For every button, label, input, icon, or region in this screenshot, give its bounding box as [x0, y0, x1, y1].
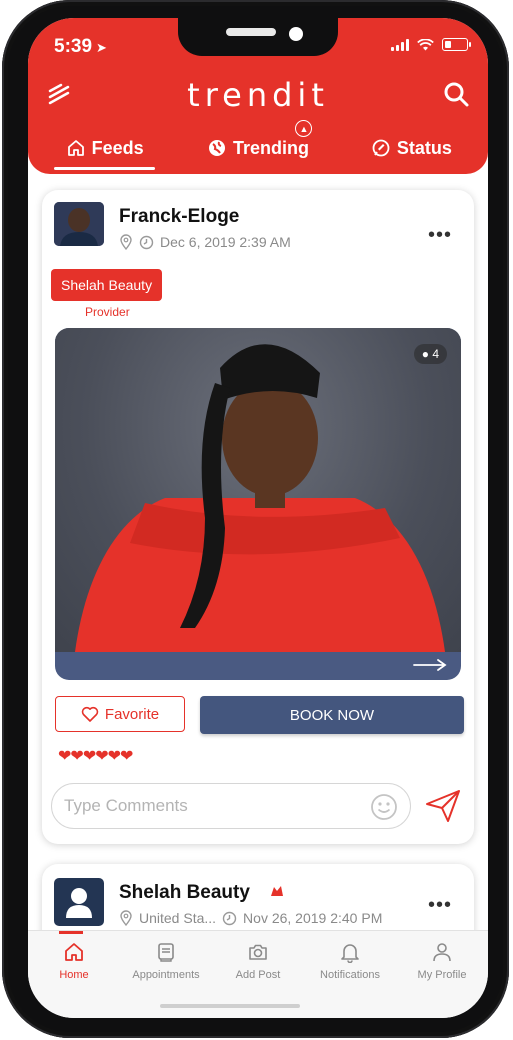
provider-role-label: Provider — [85, 305, 130, 319]
avatar[interactable] — [54, 878, 104, 926]
phone-frame: 5:39 ➤ trendit Feeds Trending ▲ Status F… — [2, 0, 509, 1038]
bell-icon — [341, 944, 359, 963]
more-options-icon[interactable]: ••• — [428, 894, 452, 917]
heart-outline-icon — [81, 706, 99, 722]
app-logo: trendit — [187, 76, 329, 114]
trending-badge-icon: ▲ — [295, 120, 313, 137]
nav-label: Home — [59, 969, 89, 981]
post-meta: Dec 6, 2019 2:39 AM — [119, 234, 291, 250]
send-icon[interactable] — [424, 788, 462, 824]
next-arrow-icon[interactable] — [413, 658, 447, 672]
eye-icon: ● — [421, 347, 429, 361]
book-now-button[interactable]: BOOK NOW — [200, 696, 464, 734]
comment-placeholder[interactable]: Type Comments — [64, 796, 188, 816]
globe-icon — [208, 140, 225, 156]
favorite-button[interactable]: Favorite — [55, 696, 185, 732]
nav-label: Appointments — [132, 969, 200, 981]
wifi-icon — [417, 38, 434, 50]
view-count: ● 4 — [413, 344, 447, 364]
location-pin-icon — [120, 234, 132, 250]
tab-feeds[interactable]: Feeds — [28, 126, 181, 170]
phone-notch — [178, 18, 338, 56]
nav-label: My Profile — [417, 969, 467, 981]
post-date: Nov 26, 2019 2:40 PM — [243, 910, 383, 926]
more-options-icon[interactable]: ••• — [428, 224, 452, 247]
nav-notifications[interactable]: Notifications — [304, 931, 396, 1018]
nav-label: Add Post — [235, 969, 281, 981]
battery-icon — [442, 38, 471, 51]
avatar[interactable] — [54, 202, 104, 246]
post-author[interactable]: Shelah Beauty — [119, 882, 250, 904]
post-photo — [55, 328, 461, 652]
emoji-icon[interactable] — [370, 793, 398, 821]
nav-home[interactable]: Home — [28, 931, 120, 1018]
status-time: 5:39 ➤ — [54, 36, 107, 57]
favorite-label: Favorite — [104, 705, 160, 723]
provider-tag[interactable]: Shelah Beauty — [51, 269, 163, 301]
home-icon — [65, 943, 83, 961]
nav-my-profile[interactable]: My Profile — [396, 931, 488, 1018]
home-icon — [67, 140, 84, 156]
camera-icon — [249, 944, 267, 960]
post-meta: United Sta... Nov 26, 2019 2:40 PM — [119, 910, 382, 926]
rating-hearts: ❤❤❤❤❤❤ — [58, 748, 133, 765]
post-image[interactable]: ● 4 — [55, 328, 461, 680]
home-indicator[interactable] — [160, 1004, 300, 1008]
appointment-book-icon — [158, 943, 174, 962]
location-arrow-icon: ➤ — [96, 40, 107, 55]
tab-label: Status — [396, 137, 452, 158]
comment-field[interactable]: Type Comments — [51, 783, 411, 829]
post-date: Dec 6, 2019 2:39 AM — [160, 234, 291, 250]
nav-label: Notifications — [320, 969, 380, 981]
signal-icon — [391, 38, 409, 51]
chat-icon — [372, 139, 390, 157]
tab-bar: Feeds Trending ▲ Status — [28, 120, 488, 170]
provider-badge-icon — [271, 886, 283, 896]
clock-icon — [139, 235, 154, 249]
clock-icon — [222, 911, 237, 925]
tab-trending[interactable]: Trending ▲ — [181, 120, 334, 170]
status-icons — [391, 38, 471, 51]
tab-label: Trending — [232, 137, 309, 158]
user-icon — [433, 943, 451, 962]
tab-label: Feeds — [91, 137, 144, 158]
tab-status[interactable]: Status — [335, 126, 488, 170]
post-card: Franck-Eloge Dec 6, 2019 2:39 AM ••• She… — [42, 190, 474, 844]
post-author[interactable]: Franck-Eloge — [119, 206, 239, 228]
app-screen: 5:39 ➤ trendit Feeds Trending ▲ Status F… — [28, 18, 488, 1018]
search-icon[interactable] — [442, 80, 470, 108]
post-location: United Sta... — [139, 910, 217, 926]
location-pin-icon — [120, 910, 132, 926]
